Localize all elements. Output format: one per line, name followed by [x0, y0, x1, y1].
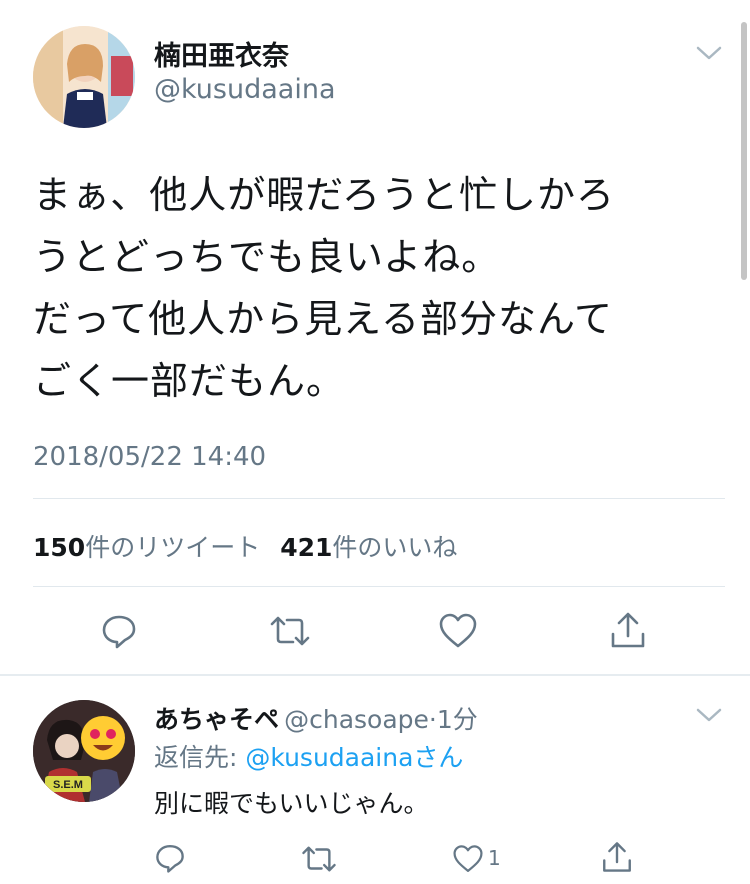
- reply-to: 返信先: @kusudaainaさん: [154, 738, 463, 774]
- avatar-badge: S.E.M: [53, 779, 83, 791]
- reply-to-suffix: さん: [413, 743, 464, 772]
- reply-author-name[interactable]: あちゃそペ: [154, 705, 279, 734]
- reply-time: 1分: [436, 705, 478, 734]
- like-label: 件のいいね: [332, 533, 458, 562]
- retweet-stat[interactable]: 150件のリツイート: [33, 533, 260, 562]
- like-count: 421: [280, 533, 333, 562]
- tweet-text-line: うとどっちでも良いよね。: [33, 235, 501, 279]
- reply-text: 別に暇でもいいじゃん。: [154, 789, 429, 818]
- like-stat[interactable]: 421件のいいね: [280, 533, 457, 562]
- reply-author-handle[interactable]: @chasoape: [284, 705, 429, 734]
- like-icon[interactable]: [452, 844, 484, 874]
- reply-to-handle-link[interactable]: @kusudaainaさん: [245, 743, 463, 772]
- share-icon[interactable]: [608, 610, 648, 650]
- tweet-timestamp: 2018/05/22 14:40: [33, 442, 267, 472]
- divider: [33, 586, 725, 587]
- chevron-down-icon[interactable]: [695, 706, 723, 724]
- reply-icon[interactable]: [154, 842, 186, 874]
- like-icon[interactable]: [438, 612, 478, 650]
- author-name[interactable]: 楠田亜衣奈: [154, 34, 289, 73]
- reply-header: あちゃそペ @chasoape·1分: [154, 700, 478, 736]
- retweet-label: 件のリツイート: [85, 533, 261, 562]
- author-handle[interactable]: @kusudaaina: [154, 74, 336, 105]
- reply-avatar[interactable]: S.E.M: [33, 700, 135, 802]
- tweet-text: まぁ、他人が暇だろうと忙しかろ うとどっちでも良いよね。 だって他人から見える部…: [33, 164, 713, 412]
- author-avatar[interactable]: [33, 26, 135, 128]
- reply-like-count: 1: [488, 846, 501, 870]
- scrollbar[interactable]: [741, 22, 747, 280]
- reply-icon[interactable]: [100, 612, 138, 650]
- tweet-text-line: だって他人から見える部分なんて: [33, 297, 614, 341]
- reply-separator: ·: [428, 705, 437, 734]
- retweet-icon[interactable]: [300, 844, 338, 874]
- divider: [0, 674, 750, 676]
- tweet-text-line: まぁ、他人が暇だろうと忙しかろ: [33, 173, 615, 217]
- retweet-icon[interactable]: [268, 614, 312, 648]
- divider: [33, 498, 725, 499]
- tweet-stats: 150件のリツイート 421件のいいね: [33, 528, 457, 564]
- tweet-text-line: ごく一部だもん。: [33, 359, 346, 403]
- reply-to-prefix: 返信先:: [154, 743, 246, 772]
- reply-to-handle: @kusudaaina: [245, 743, 414, 772]
- share-icon[interactable]: [600, 840, 634, 874]
- chevron-down-icon[interactable]: [695, 44, 723, 62]
- retweet-count: 150: [33, 533, 86, 562]
